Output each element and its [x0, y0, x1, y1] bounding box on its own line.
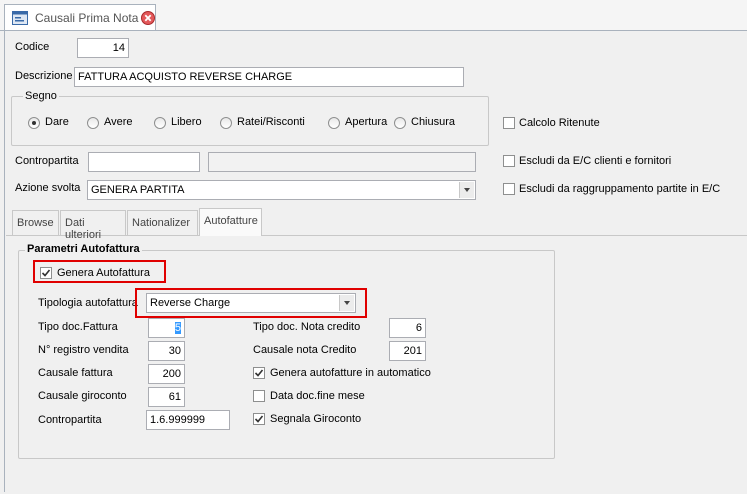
tipo-doc-fattura-field[interactable]: 5	[148, 318, 185, 338]
radio-libero[interactable]	[154, 117, 166, 129]
tab-dati-ulteriori[interactable]: Dati ulteriori	[60, 210, 126, 241]
tab-browse[interactable]: Browse	[12, 210, 59, 235]
data-doc-fine-mese-label: Data doc.fine mese	[270, 390, 365, 402]
tipo-doc-nota-label: Tipo doc. Nota credito	[253, 321, 361, 333]
radio-apertura-label: Apertura	[345, 116, 388, 128]
checkmark-icon	[254, 415, 264, 423]
segno-title: Segno	[23, 90, 59, 102]
registro-vendita-label: N° registro vendita	[38, 344, 129, 356]
descrizione-field[interactable]: FATTURA ACQUISTO REVERSE CHARGE	[74, 67, 464, 87]
chevron-down-icon[interactable]	[459, 182, 474, 198]
causale-fattura-label: Causale fattura	[38, 367, 113, 379]
radio-libero-label: Libero	[171, 116, 202, 128]
escludi-raggruppamento-checkbox[interactable]	[503, 183, 515, 195]
contropartita-description-field	[208, 152, 476, 172]
parametri-autofattura-title: Parametri Autofattura	[25, 243, 142, 255]
tab-autofatture[interactable]: Autofatture	[199, 208, 262, 236]
radio-chiusura[interactable]	[394, 117, 406, 129]
tipo-doc-fattura-label: Tipo doc.Fattura	[38, 321, 118, 333]
genera-automatico-checkbox[interactable]	[253, 367, 265, 379]
causale-nota-label: Causale nota Credito	[253, 344, 357, 356]
segnala-giroconto-checkbox[interactable]	[253, 413, 265, 425]
escludi-raggruppamento-label: Escludi da raggruppamento partite in E/C	[519, 183, 721, 195]
genera-automatico-label: Genera autofatture in automatico	[270, 367, 431, 379]
causale-giroconto-label: Causale giroconto	[38, 390, 127, 402]
radio-apertura[interactable]	[328, 117, 340, 129]
tipologia-label: Tipologia autofattura	[38, 297, 138, 309]
close-icon[interactable]	[141, 11, 155, 28]
azione-label: Azione svolta	[15, 182, 81, 194]
causale-fattura-field[interactable]: 200	[148, 364, 185, 384]
codice-field[interactable]: 14	[77, 38, 129, 58]
escludi-ec-checkbox[interactable]	[503, 155, 515, 167]
causale-nota-field[interactable]: 201	[389, 341, 426, 361]
contropartita-label: Contropartita	[15, 155, 79, 167]
highlight-genera-autofattura	[33, 260, 166, 283]
data-doc-fine-mese-checkbox[interactable]	[253, 390, 265, 402]
contropartita-code-field[interactable]	[88, 152, 200, 172]
form-icon	[12, 11, 28, 28]
codice-label: Codice	[15, 41, 50, 53]
calcolo-ritenute-checkbox[interactable]	[503, 117, 515, 129]
radio-ratei-risconti-label: Ratei/Risconti	[237, 116, 305, 128]
azione-select-value: GENERA PARTITA	[91, 184, 185, 196]
descrizione-label: Descrizione	[15, 70, 73, 82]
radio-dare[interactable]	[28, 117, 40, 129]
causale-giroconto-field[interactable]: 61	[148, 387, 185, 407]
document-tab-causali[interactable]: Causali Prima Nota	[4, 4, 156, 30]
registro-vendita-field[interactable]: 30	[148, 341, 185, 361]
escludi-ec-label: Escludi da E/C clienti e fornitori	[519, 155, 672, 167]
document-tab-label: Causali Prima Nota	[35, 11, 139, 25]
autofattura-contropartita-label: Contropartita	[38, 414, 102, 426]
azione-select[interactable]: GENERA PARTITA	[87, 180, 476, 200]
checkmark-icon	[254, 369, 264, 377]
calcolo-ritenute-label: Calcolo Ritenute	[519, 117, 600, 129]
tipo-doc-nota-field[interactable]: 6	[389, 318, 426, 338]
radio-chiusura-label: Chiusura	[411, 116, 456, 128]
radio-ratei-risconti[interactable]	[220, 117, 232, 129]
highlight-tipologia	[135, 288, 367, 318]
radio-dare-label: Dare	[45, 116, 69, 128]
tab-nationalizer[interactable]: Nationalizer	[127, 210, 198, 235]
radio-avere-label: Avere	[104, 116, 133, 128]
segnala-giroconto-label: Segnala Giroconto	[270, 413, 362, 425]
radio-avere[interactable]	[87, 117, 99, 129]
tipo-doc-fattura-value: 5	[174, 322, 181, 334]
autofattura-contropartita-field[interactable]: 1.6.999999	[146, 410, 230, 430]
